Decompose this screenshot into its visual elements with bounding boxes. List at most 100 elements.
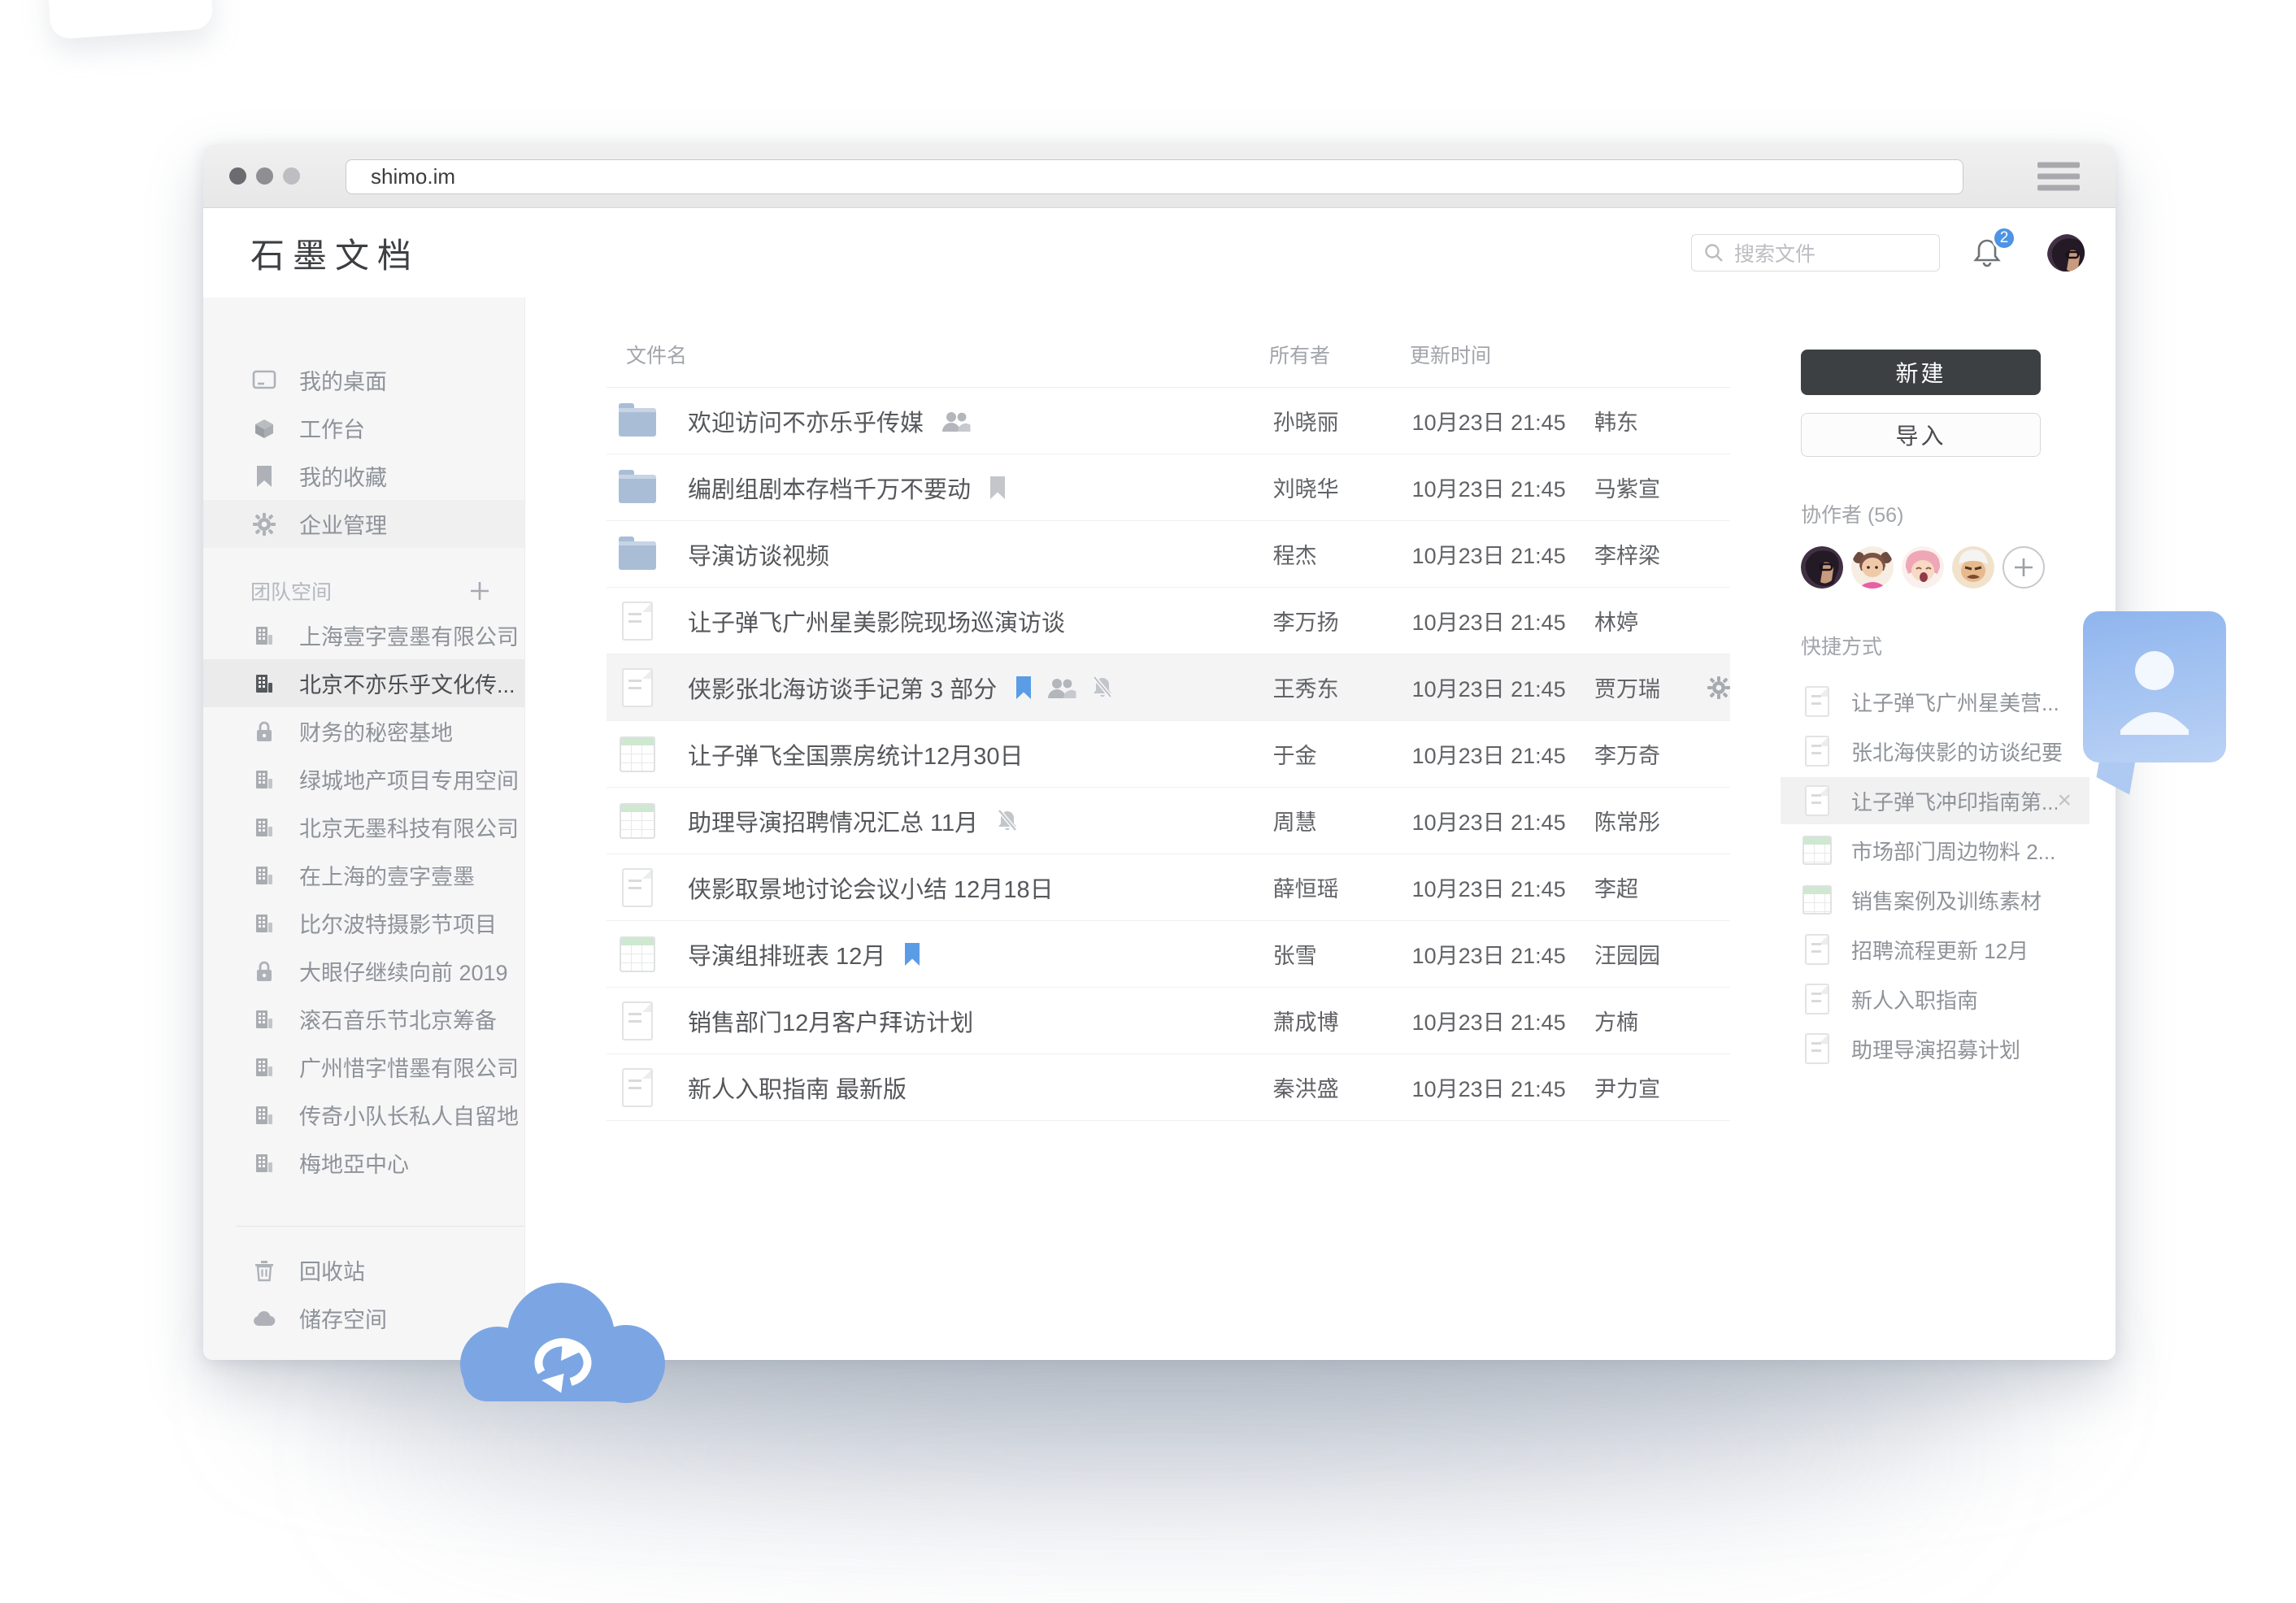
sidebar-item-workbench[interactable]: 工作台 <box>203 404 524 452</box>
table-row[interactable]: 导演组排班表 12月 张雪 10月23日 21:45 汪园园 <box>607 921 1730 988</box>
sidebar-team-team[interactable]: 梅地亞中心 <box>203 1139 524 1187</box>
sidebar-item-admin[interactable]: 企业管理 <box>203 500 524 548</box>
doc-icon <box>618 868 657 907</box>
main-content: 文件名 所有者 更新时间 欢迎访问不亦乐乎传媒 孙晓丽 10月23日 21:45… <box>525 298 2116 1360</box>
doc-icon <box>1801 984 1833 1014</box>
contact-bubble[interactable] <box>2083 611 2226 762</box>
shortcut-item[interactable]: 助理导演招募计划 <box>1781 1025 2089 1072</box>
file-updated-time: 10月23日 21:45 <box>1412 405 1594 437</box>
table-row[interactable]: 侠影取景地讨论会议小结 12月18日 薛恒瑶 10月23日 21:45 李超 <box>607 854 1730 921</box>
minimize-button[interactable] <box>256 167 273 185</box>
row-settings-icon[interactable] <box>1695 676 1730 699</box>
shortcut-item[interactable]: 招聘流程更新 12月 <box>1781 926 2089 973</box>
sidebar-team-team[interactable]: 大眼仔继续向前 2019 <box>203 947 524 995</box>
file-updater: 贾万瑞 <box>1594 671 1695 703</box>
avatar-cap[interactable] <box>1952 546 1994 589</box>
import-button[interactable]: 导入 <box>1801 413 2041 457</box>
file-name: 销售部门12月客户拜访计划 <box>688 1004 973 1038</box>
shortcut-item[interactable]: 张北海侠影的访谈纪要 <box>1781 728 2089 775</box>
file-updated-time: 10月23日 21:45 <box>1412 1005 1594 1036</box>
zoom-button[interactable] <box>283 167 300 185</box>
notifications-button[interactable]: 2 <box>1972 237 2002 268</box>
table-row[interactable]: 助理导演招聘情况汇总 11月 周慧 10月23日 21:45 陈常彤 <box>607 788 1730 854</box>
sidebar-team-team[interactable]: 北京无墨科技有限公司 <box>203 803 524 851</box>
doc-icon <box>618 668 657 707</box>
file-owner: 周慧 <box>1273 805 1412 836</box>
person-icon <box>2106 634 2203 740</box>
sidebar-team-list: 上海壹字壹墨有限公司 北京不亦乐乎文化传... 财务的秘密基地 绿城地产项目专用… <box>203 611 524 1187</box>
sidebar-team-team[interactable]: 北京不亦乐乎文化传... <box>203 659 524 707</box>
doc-icon <box>618 602 657 641</box>
sheet-icon <box>618 736 657 772</box>
shortcut-item[interactable]: 让子弹飞冲印指南第... × <box>1781 777 2089 824</box>
browser-menu-icon[interactable] <box>2037 162 2080 190</box>
sheet-icon <box>1801 885 1833 914</box>
avatar-pink[interactable] <box>1902 546 1944 589</box>
close-icon[interactable]: × <box>2057 788 2072 813</box>
shortcuts-list: 让子弹飞广州星美营... 张北海侠影的访谈纪要 让子弹飞冲印指南第... × 市… <box>1781 678 2089 1072</box>
collaborators-label: 协作者 (56) <box>1801 499 2089 528</box>
sidebar-team-team[interactable]: 在上海的壹字壹墨 <box>203 851 524 899</box>
table-row[interactable]: 导演访谈视频 程杰 10月23日 21:45 李梓梁 <box>607 521 1730 588</box>
close-button[interactable] <box>229 167 246 185</box>
file-name: 欢迎访问不亦乐乎传媒 <box>688 404 924 438</box>
building-icon <box>250 670 278 697</box>
building-icon <box>250 1101 278 1129</box>
sidebar-team-team[interactable]: 财务的秘密基地 <box>203 707 524 755</box>
lock-icon <box>250 718 278 745</box>
file-name: 导演访谈视频 <box>688 537 829 571</box>
shortcut-label: 让子弹飞广州星美营... <box>1851 687 2072 717</box>
lock-icon <box>250 958 278 985</box>
column-file-name: 文件名 <box>626 340 1269 369</box>
shortcut-item[interactable]: 销售案例及训练素材 <box>1781 876 2089 923</box>
shortcut-item[interactable]: 让子弹飞广州星美营... <box>1781 678 2089 725</box>
sidebar-team-team[interactable]: 传奇小队长私人自留地 <box>203 1091 524 1139</box>
new-button[interactable]: 新建 <box>1801 350 2041 395</box>
table-row[interactable]: 销售部门12月客户拜访计划 萧成博 10月23日 21:45 方楠 <box>607 988 1730 1054</box>
table-row[interactable]: 编剧组剧本存档千万不要动 刘晓华 10月23日 21:45 马紫宣 <box>607 454 1730 521</box>
avatar-dark[interactable] <box>1801 546 1843 589</box>
shortcut-item[interactable]: 新人入职指南 <box>1781 975 2089 1023</box>
search-input[interactable]: 搜索文件 <box>1691 234 1940 272</box>
file-updater: 尹力宣 <box>1594 1071 1695 1103</box>
doc-icon <box>1801 686 1833 717</box>
file-updater: 李超 <box>1594 871 1695 903</box>
sidebar-team-team[interactable]: 绿城地产项目专用空间 <box>203 755 524 803</box>
bookmark-blue-icon <box>903 942 921 967</box>
file-updated-time: 10月23日 21:45 <box>1412 1071 1594 1103</box>
file-updated-time: 10月23日 21:45 <box>1412 605 1594 636</box>
table-row[interactable]: 新人入职指南 最新版 秦洪盛 10月23日 21:45 尹力宣 <box>607 1054 1730 1121</box>
avatar-pigtails[interactable] <box>1851 546 1894 589</box>
sidebar-item-desktop[interactable]: 我的桌面 <box>203 356 524 404</box>
add-collaborator-button[interactable] <box>2002 546 2045 589</box>
sidebar-team-team[interactable]: 滚石音乐节北京筹备 <box>203 995 524 1043</box>
file-updater: 林婷 <box>1594 605 1695 636</box>
url-text: shimo.im <box>371 164 455 189</box>
gear-icon <box>250 510 278 538</box>
desktop-icon <box>250 367 278 394</box>
table-row[interactable]: 侠影张北海访谈手记第 3 部分 王秀东 10月23日 21:45 贾万瑞 <box>607 654 1730 721</box>
file-updated-time: 10月23日 21:45 <box>1412 738 1594 770</box>
user-avatar[interactable] <box>2047 234 2085 272</box>
file-name: 让子弹飞全国票房统计12月30日 <box>688 737 1024 771</box>
sidebar-team-team[interactable]: 上海壹字壹墨有限公司 <box>203 611 524 659</box>
file-owner: 孙晓丽 <box>1273 405 1412 437</box>
add-team-button[interactable] <box>467 579 492 603</box>
file-owner: 程杰 <box>1273 538 1412 570</box>
sidebar-team-team[interactable]: 比尔波特摄影节项目 <box>203 899 524 947</box>
team-space-header: 团队空间 <box>203 571 524 611</box>
notification-badge: 2 <box>1992 226 2016 250</box>
building-icon <box>250 862 278 889</box>
table-row[interactable]: 让子弹飞全国票房统计12月30日 于金 10月23日 21:45 李万奇 <box>607 721 1730 788</box>
browser-window: shimo.im 石墨文档 搜索文件 2 我的桌面 工作台 我的收藏 企业管理 … <box>203 145 2116 1360</box>
file-updater: 韩东 <box>1594 405 1695 437</box>
file-updated-time: 10月23日 21:45 <box>1412 938 1594 970</box>
sidebar-team-team[interactable]: 广州惜字惜墨有限公司 <box>203 1043 524 1091</box>
address-bar[interactable]: shimo.im <box>346 159 1963 194</box>
table-row[interactable]: 欢迎访问不亦乐乎传媒 孙晓丽 10月23日 21:45 韩东 <box>607 388 1730 454</box>
shortcut-item[interactable]: 市场部门周边物料 2... <box>1781 827 2089 874</box>
table-header: 文件名 所有者 更新时间 <box>607 298 1730 388</box>
sidebar-item-favorites[interactable]: 我的收藏 <box>203 452 524 500</box>
file-owner: 秦洪盛 <box>1273 1071 1412 1103</box>
table-row[interactable]: 让子弹飞广州星美影院现场巡演访谈 李万扬 10月23日 21:45 林婷 <box>607 588 1730 654</box>
